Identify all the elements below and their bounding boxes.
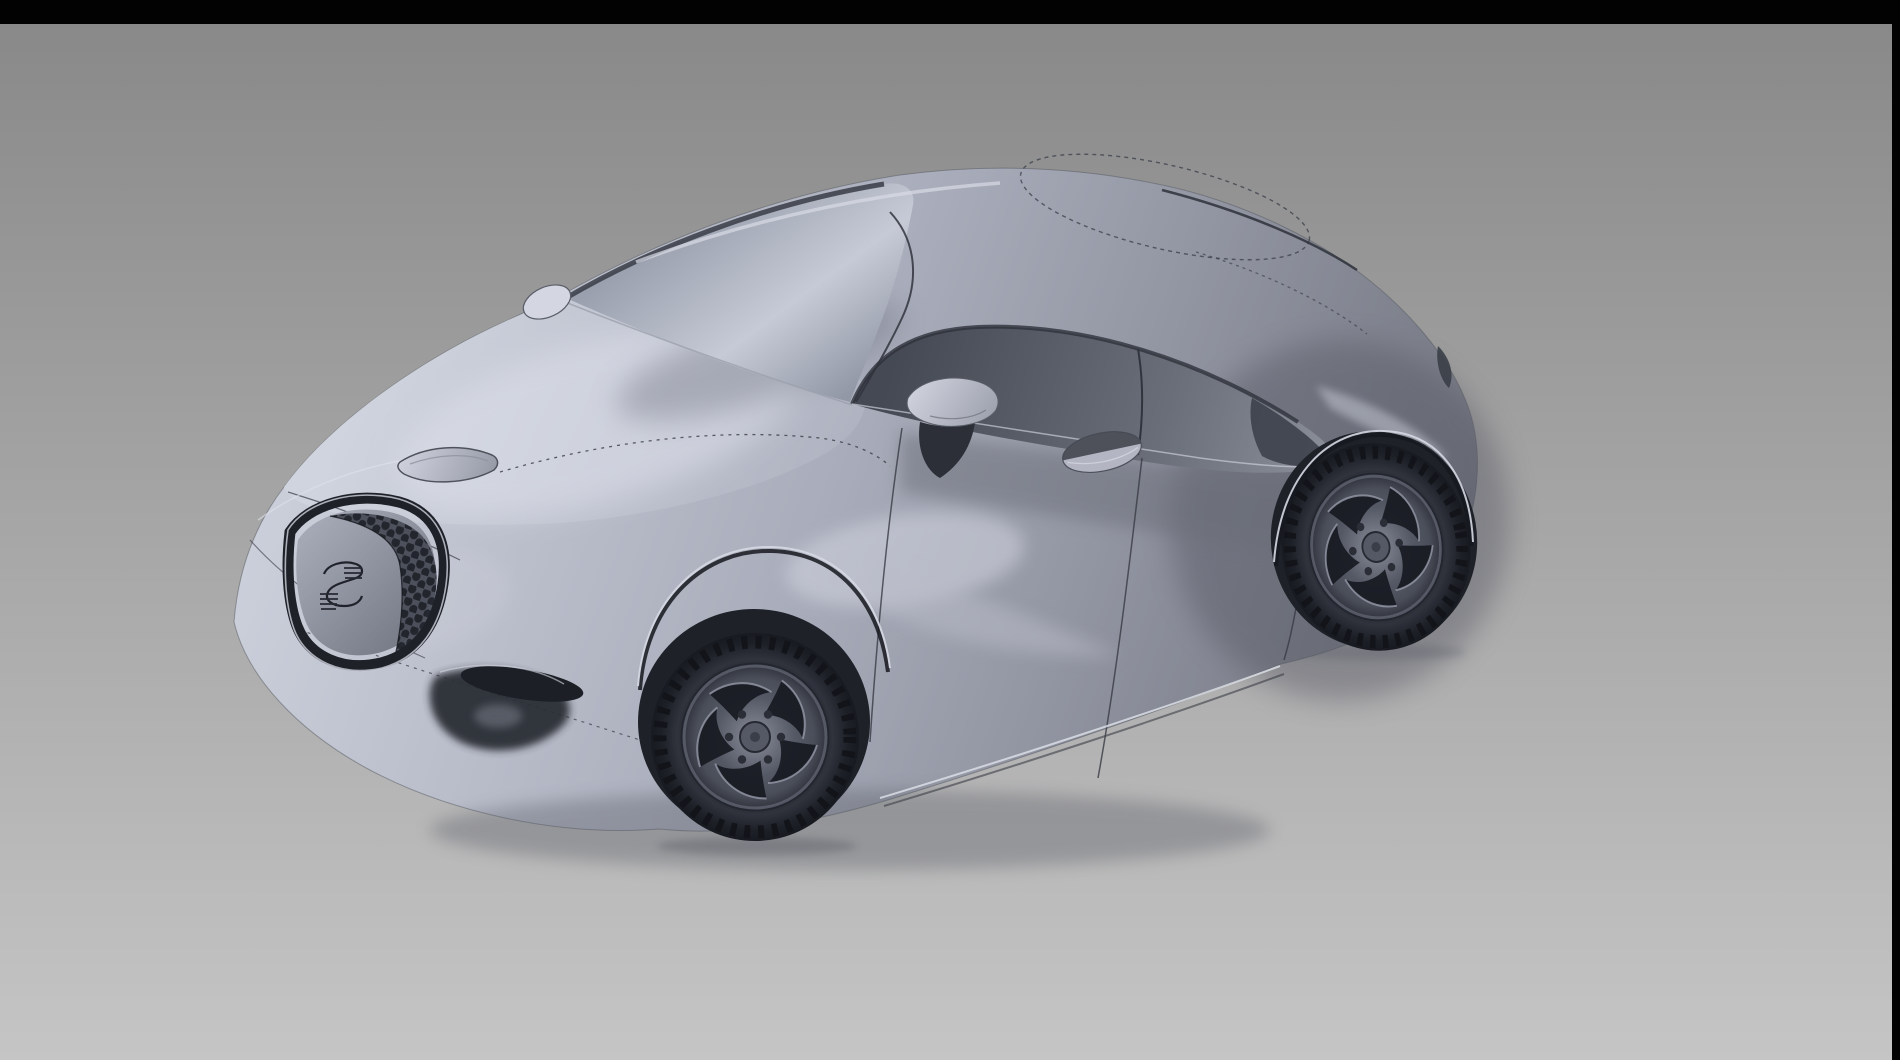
intake-reflection	[474, 704, 522, 728]
app-window	[0, 0, 1900, 1060]
viewport-3d[interactable]	[0, 0, 1900, 1060]
right-letterbox-strip	[1892, 0, 1900, 1060]
top-letterbox-bar	[0, 0, 1900, 24]
lower-body-shading	[430, 790, 1270, 870]
front-wheel	[651, 633, 859, 841]
